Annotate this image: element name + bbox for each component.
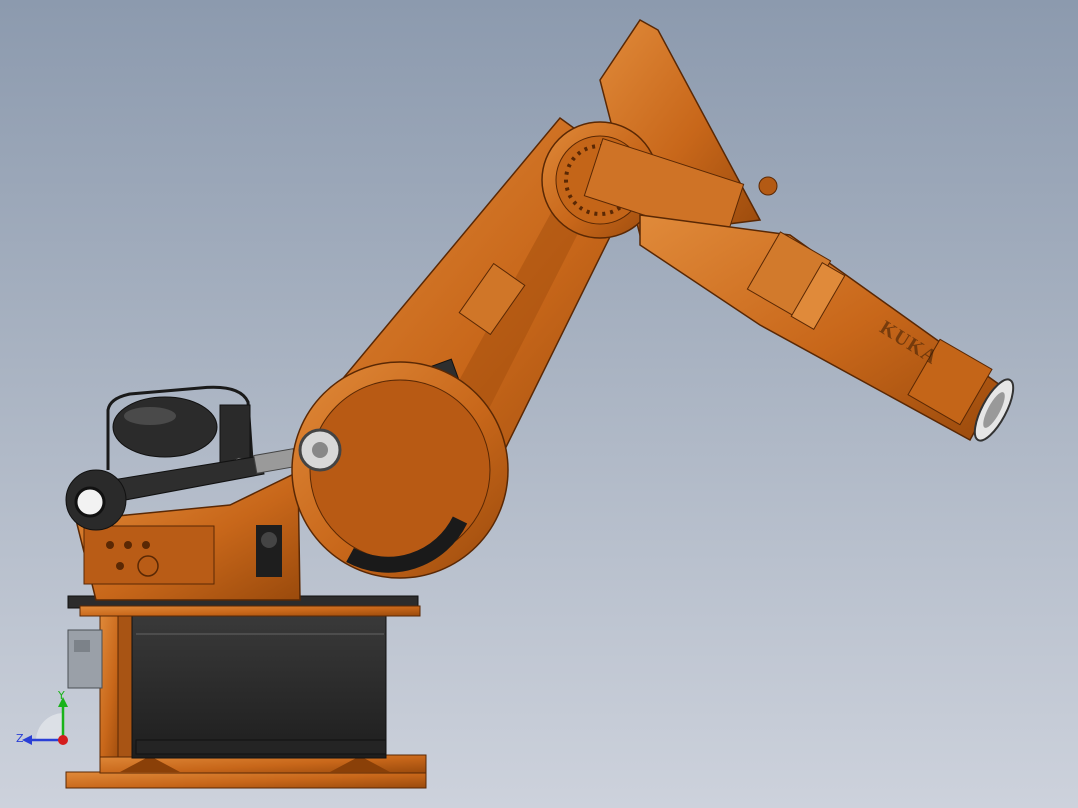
robot-model-view[interactable]: KUKA (0, 0, 1078, 808)
base-housing (131, 611, 387, 759)
forearm: KUKA (639, 214, 1015, 442)
shoulder-joint (291, 361, 509, 579)
cad-viewport[interactable]: KUKA Y Z (0, 0, 1078, 808)
elbow-joint (541, 19, 778, 243)
y-axis-label: Y (58, 689, 65, 702)
x-axis-dot (58, 735, 68, 745)
z-axis-label: Z (16, 732, 24, 745)
